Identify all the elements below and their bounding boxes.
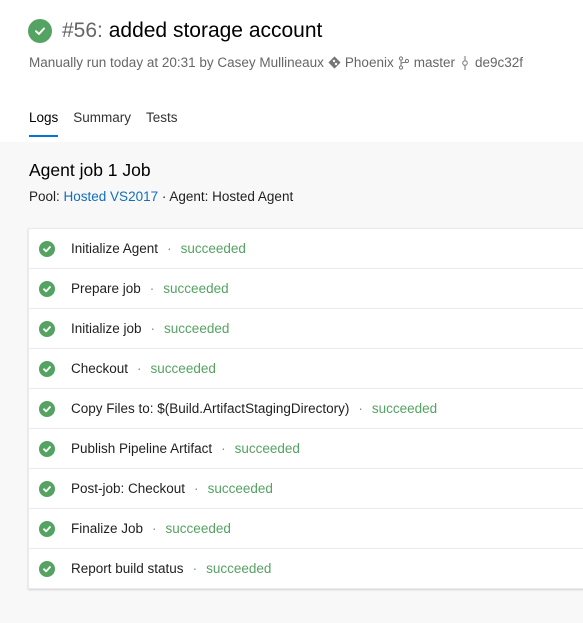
run-title: #56: added storage account (62, 19, 322, 43)
step-status: succeeded (206, 561, 272, 576)
step-status: succeeded (164, 321, 230, 336)
separator: · (150, 321, 156, 336)
separator: · (358, 401, 363, 416)
logs-panel: Agent job 1 Job Pool: Hosted VS2017 · Ag… (0, 142, 583, 623)
step-row[interactable]: Publish Pipeline Artifact · succeeded (29, 429, 583, 469)
tab-tests[interactable]: Tests (146, 110, 178, 137)
pool-link[interactable]: Hosted VS2017 (64, 189, 159, 204)
success-check-icon (39, 560, 55, 577)
run-title-row: #56: added storage account (28, 19, 322, 43)
separator: · (221, 441, 226, 456)
success-check-icon (39, 400, 55, 417)
branch-link[interactable]: master (414, 55, 455, 70)
job-title: Agent job 1 Job (29, 160, 151, 180)
step-status: succeeded (150, 361, 216, 376)
run-header: #56: added storage account Manually run … (0, 0, 583, 142)
step-row[interactable]: Checkout · succeeded (29, 349, 583, 389)
tab-bar: Logs Summary Tests (29, 110, 193, 137)
run-name: added storage account (102, 19, 323, 42)
commit-icon (461, 55, 469, 70)
step-name: Report build status (71, 561, 184, 576)
step-row[interactable]: Initialize Agent · succeeded (29, 229, 583, 269)
step-row[interactable]: Finalize Job · succeeded (29, 509, 583, 549)
separator: · (137, 361, 142, 376)
tab-summary[interactable]: Summary (73, 110, 131, 137)
job-meta: Pool: Hosted VS2017 · Agent: Hosted Agen… (29, 189, 293, 204)
success-check-icon (39, 320, 55, 337)
step-name: Checkout (71, 361, 129, 376)
agent-text: · Agent: Hosted Agent (158, 189, 294, 204)
step-name: Initialize Agent (71, 241, 159, 256)
success-check-icon (39, 520, 55, 537)
separator: · (194, 481, 199, 496)
trigger-text: Manually run today at 20:31 by Casey Mul… (29, 55, 324, 70)
step-name: Publish Pipeline Artifact (71, 441, 213, 456)
separator: · (152, 521, 157, 536)
separator: · (149, 281, 155, 296)
step-name: Finalize Job (71, 521, 144, 536)
step-name: Post-job: Checkout (71, 481, 186, 496)
step-status: succeeded (207, 481, 273, 496)
success-check-icon (39, 240, 55, 257)
run-subtitle: Manually run today at 20:31 by Casey Mul… (29, 55, 523, 70)
step-name: Copy Files to: $(Build.ArtifactStagingDi… (71, 401, 350, 416)
step-row[interactable]: Prepare job · succeeded (29, 269, 583, 309)
step-status: succeeded (163, 281, 229, 296)
success-check-icon (39, 360, 55, 377)
branch-icon (398, 55, 410, 70)
success-check-icon (39, 440, 55, 457)
pool-label: Pool: (29, 189, 64, 204)
step-row[interactable]: Copy Files to: $(Build.ArtifactStagingDi… (29, 389, 583, 429)
step-name: Prepare job (71, 281, 141, 296)
commit-link[interactable]: de9c32f (475, 55, 523, 70)
step-status: succeeded (234, 441, 300, 456)
tab-logs[interactable]: Logs (29, 110, 59, 137)
repo-icon (328, 56, 341, 69)
success-check-icon (28, 19, 52, 43)
step-status: succeeded (165, 521, 231, 536)
success-check-icon (39, 280, 55, 297)
step-row[interactable]: Initialize job · succeeded (29, 309, 583, 349)
step-row[interactable]: Report build status · succeeded (29, 549, 583, 588)
separator: · (192, 561, 198, 576)
repo-link[interactable]: Phoenix (345, 55, 394, 70)
step-list: Initialize Agent · succeeded Prepare job · su… (28, 228, 583, 589)
separator: · (167, 241, 172, 256)
step-name: Initialize job (71, 321, 142, 336)
step-status: succeeded (180, 241, 246, 256)
success-check-icon (39, 480, 55, 497)
step-row[interactable]: Post-job: Checkout · succeeded (29, 469, 583, 509)
step-status: succeeded (371, 401, 438, 416)
run-number: #56: (62, 19, 103, 42)
